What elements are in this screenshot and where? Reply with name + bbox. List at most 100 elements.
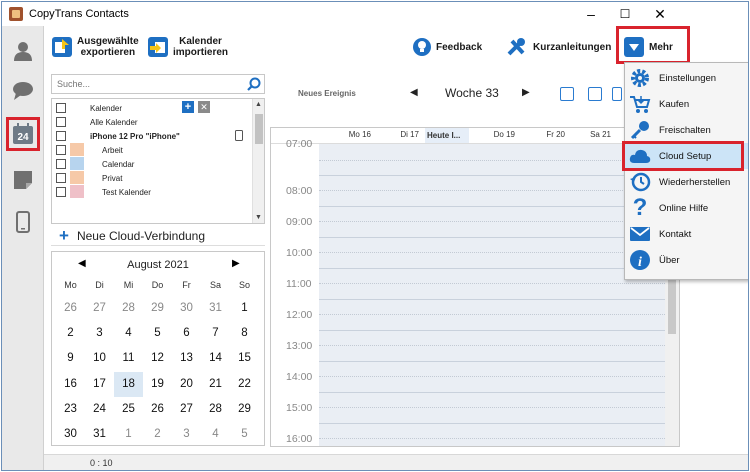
svg-text:i: i xyxy=(638,255,642,270)
sidebar-item-notes[interactable] xyxy=(8,165,38,195)
calendar-day[interactable]: 27 xyxy=(172,397,201,422)
search-icon[interactable] xyxy=(247,77,261,91)
menu-item-contact[interactable]: Kontakt xyxy=(625,221,748,247)
week-grid[interactable]: 07:00 08:00 09:00 10:00 11:00 12:00 13:0… xyxy=(271,138,679,446)
scroll-up-icon[interactable]: ▲ xyxy=(255,101,262,108)
calendar-day[interactable]: 21 xyxy=(201,372,230,397)
calendar-day[interactable]: 2 xyxy=(143,422,172,447)
list-item-calendar[interactable]: Calendar xyxy=(52,157,252,171)
calendar-day[interactable]: 26 xyxy=(56,296,85,321)
calendar-day[interactable]: 16 xyxy=(56,372,85,397)
sidebar-item-messages[interactable] xyxy=(8,76,38,106)
calendar-day[interactable]: 7 xyxy=(201,321,230,346)
calendar-day[interactable]: 25 xyxy=(114,397,143,422)
list-item-all-calendars[interactable]: Alle Kalender xyxy=(52,115,252,129)
sidebar-item-device[interactable] xyxy=(8,207,38,237)
calendar-day[interactable]: 24 xyxy=(85,397,114,422)
prev-week-button[interactable]: ◀ xyxy=(410,87,418,98)
calendar-day[interactable]: 12 xyxy=(143,346,172,371)
calendar-day[interactable]: 31 xyxy=(201,296,230,321)
calendar-day[interactable]: 11 xyxy=(114,346,143,371)
calendar-day[interactable]: 23 xyxy=(56,397,85,422)
day-header[interactable]: Mo 16 xyxy=(331,130,371,139)
next-week-button[interactable]: ▶ xyxy=(522,87,530,98)
calendar-header-checkbox[interactable] xyxy=(56,103,66,113)
day-header[interactable]: Do 19 xyxy=(475,130,515,139)
menu-item-online-help[interactable]: ? Online Hilfe xyxy=(625,194,748,221)
calendar-day[interactable]: 28 xyxy=(201,397,230,422)
checkbox[interactable] xyxy=(56,145,66,155)
calendar-day[interactable]: 22 xyxy=(230,372,259,397)
menu-item-settings[interactable]: Einstellungen xyxy=(625,65,748,91)
calendar-day[interactable]: 30 xyxy=(172,296,201,321)
list-item-calendar[interactable]: Arbeit xyxy=(52,143,252,157)
calendar-day[interactable]: 5 xyxy=(230,422,259,447)
checkbox[interactable] xyxy=(56,187,66,197)
calendar-day[interactable]: 4 xyxy=(114,321,143,346)
calendar-day[interactable]: 14 xyxy=(201,346,230,371)
month-view-icon[interactable] xyxy=(612,87,622,101)
calendar-list-scrollbar[interactable]: ▲ ▼ xyxy=(252,99,264,223)
calendar-day[interactable]: 13 xyxy=(172,346,201,371)
calendar-day[interactable]: 6 xyxy=(172,321,201,346)
new-event-button[interactable]: Neues Ereignis xyxy=(298,89,356,98)
checkbox[interactable] xyxy=(56,131,66,141)
calendar-day[interactable]: 29 xyxy=(143,296,172,321)
minimize-button[interactable]: – xyxy=(576,5,606,23)
import-calendar-button[interactable]: Kalender importieren xyxy=(148,32,228,62)
calendar-day[interactable]: 2 xyxy=(56,321,85,346)
calendar-day[interactable]: 5 xyxy=(143,321,172,346)
calendar-day[interactable]: 30 xyxy=(56,422,85,447)
sidebar-item-contacts[interactable] xyxy=(8,36,38,66)
checkbox[interactable] xyxy=(56,117,66,127)
list-item-device[interactable]: iPhone 12 Pro "iPhone" xyxy=(52,129,252,143)
checkbox[interactable] xyxy=(56,173,66,183)
close-button[interactable]: ✕ xyxy=(645,5,675,23)
list-item-calendar[interactable]: Privat xyxy=(52,171,252,185)
calendar-day[interactable]: 31 xyxy=(85,422,114,447)
week-view-icon[interactable] xyxy=(588,87,602,101)
new-cloud-connection-button[interactable]: + Neue Cloud-Verbindung xyxy=(51,226,265,246)
calendar-day[interactable]: 27 xyxy=(85,296,114,321)
checkbox[interactable] xyxy=(56,159,66,169)
calendar-day[interactable]: 29 xyxy=(230,397,259,422)
calendar-day[interactable]: 28 xyxy=(114,296,143,321)
menu-item-label: Kaufen xyxy=(659,98,690,110)
feedback-button[interactable]: Feedback xyxy=(413,32,482,62)
search-input[interactable] xyxy=(52,75,242,93)
calendar-day[interactable]: 20 xyxy=(172,372,201,397)
day-header[interactable]: Di 17 xyxy=(379,130,419,139)
calendar-day[interactable]: 10 xyxy=(85,346,114,371)
next-month-button[interactable]: ▶ xyxy=(232,258,240,269)
day-view-icon[interactable] xyxy=(560,87,574,101)
calendar-day[interactable]: 9 xyxy=(56,346,85,371)
calendar-day[interactable]: 4 xyxy=(201,422,230,447)
export-selected-button[interactable]: Ausgewählte exportieren xyxy=(52,32,139,62)
delete-calendar-icon[interactable]: ✕ xyxy=(198,101,210,113)
menu-item-buy[interactable]: Kaufen xyxy=(625,91,748,117)
quick-guides-button[interactable]: Kurzanleitungen xyxy=(506,32,611,62)
calendar-day[interactable]: 3 xyxy=(172,422,201,447)
calendar-day[interactable]: 8 xyxy=(230,321,259,346)
menu-item-about[interactable]: i Über xyxy=(625,247,748,273)
calendar-day[interactable]: 26 xyxy=(143,397,172,422)
day-header[interactable]: Sa 21 xyxy=(571,130,611,139)
scrollbar-thumb[interactable] xyxy=(255,114,263,144)
gear-icon xyxy=(629,67,651,89)
calendar-day[interactable]: 3 xyxy=(85,321,114,346)
scroll-down-icon[interactable]: ▼ xyxy=(255,214,262,221)
maximize-button[interactable]: ☐ xyxy=(610,5,640,23)
add-calendar-icon[interactable]: + xyxy=(182,101,194,113)
menu-item-restore[interactable]: Wiederherstellen xyxy=(625,169,748,195)
menu-item-unlock[interactable]: Freischalten xyxy=(625,117,748,143)
calendar-day-today[interactable]: 18 xyxy=(114,371,143,397)
calendar-day[interactable]: 17 xyxy=(85,372,114,397)
day-header-today[interactable]: Heute I... xyxy=(425,128,469,143)
day-header[interactable]: Fr 20 xyxy=(525,130,565,139)
calendar-day[interactable]: 1 xyxy=(114,422,143,447)
sidebar-item-calendar[interactable]: 24 xyxy=(6,117,40,151)
calendar-day[interactable]: 15 xyxy=(230,346,259,371)
calendar-day[interactable]: 19 xyxy=(143,372,172,397)
calendar-day[interactable]: 1 xyxy=(230,296,259,321)
list-item-calendar[interactable]: Test Kalender xyxy=(52,185,252,199)
